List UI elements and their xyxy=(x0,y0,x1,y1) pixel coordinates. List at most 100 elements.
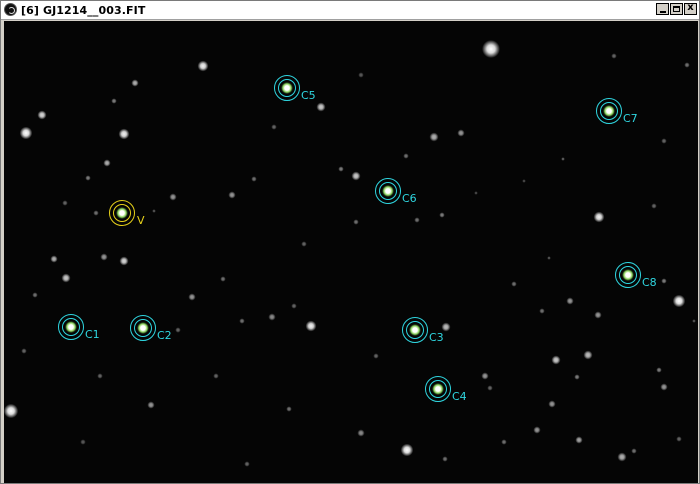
maximize-icon xyxy=(673,6,680,12)
background-star xyxy=(316,102,326,112)
aperture-label-c3: C3 xyxy=(429,331,444,344)
background-star xyxy=(119,256,129,266)
window-title: [6] GJ1214__003.FIT xyxy=(21,4,146,17)
background-star xyxy=(37,110,47,120)
background-star xyxy=(286,406,292,412)
aperture-star-core xyxy=(625,272,631,278)
aperture-label-c1: C1 xyxy=(85,328,100,341)
aperture-star-core xyxy=(119,210,125,216)
aperture-label-c8: C8 xyxy=(642,276,657,289)
background-star xyxy=(32,292,38,298)
background-star xyxy=(522,179,526,183)
background-star xyxy=(61,273,71,283)
background-star xyxy=(617,452,627,462)
background-star xyxy=(511,281,517,287)
window-titlebar[interactable]: [6] GJ1214__003.FIT x xyxy=(1,1,699,20)
background-star xyxy=(656,367,662,373)
aperture-label-c2: C2 xyxy=(157,329,172,342)
background-star xyxy=(251,176,257,182)
background-star xyxy=(268,313,276,321)
background-star xyxy=(351,171,361,181)
background-star xyxy=(353,219,359,225)
background-star xyxy=(197,60,209,72)
background-star xyxy=(481,372,489,380)
background-star xyxy=(188,293,196,301)
background-star xyxy=(103,159,111,167)
background-star xyxy=(482,40,500,58)
background-star xyxy=(93,210,99,216)
aperture-star-core xyxy=(284,85,290,91)
minimize-button[interactable] xyxy=(656,3,669,15)
aperture-label-c6: C6 xyxy=(402,192,417,205)
maximize-button[interactable] xyxy=(670,3,683,15)
background-star xyxy=(594,311,602,319)
background-star xyxy=(50,255,58,263)
background-star xyxy=(660,383,668,391)
background-star xyxy=(442,456,448,462)
background-star xyxy=(19,126,33,140)
background-star xyxy=(373,353,379,359)
aperture-star-core xyxy=(68,324,74,330)
background-star xyxy=(118,128,130,140)
background-star xyxy=(474,191,478,195)
aperture-star-core xyxy=(385,188,391,194)
background-star xyxy=(291,303,297,309)
background-star xyxy=(439,212,445,218)
aperture-star-core xyxy=(140,325,146,331)
background-star xyxy=(548,400,556,408)
background-star xyxy=(429,132,439,142)
background-star xyxy=(533,426,541,434)
background-star xyxy=(131,79,139,87)
background-star xyxy=(684,62,690,68)
background-star xyxy=(147,401,155,409)
background-star xyxy=(593,211,605,223)
background-star xyxy=(62,200,68,206)
background-star xyxy=(244,461,250,467)
background-star xyxy=(169,193,177,201)
background-star xyxy=(239,318,245,324)
close-icon: x xyxy=(687,2,694,13)
background-star xyxy=(228,191,236,199)
star-field[interactable]: V C1 C2 C3 C4 C5 C6 C7 C8 xyxy=(4,21,698,483)
background-star xyxy=(661,278,667,284)
background-star xyxy=(457,129,465,137)
background-star xyxy=(21,348,27,354)
background-star xyxy=(97,373,103,379)
background-star xyxy=(547,256,551,260)
background-star xyxy=(574,374,580,380)
aperture-star-core xyxy=(412,327,418,333)
background-star xyxy=(338,166,344,172)
close-button[interactable]: x xyxy=(684,2,697,15)
background-star xyxy=(501,439,507,445)
fits-image-window: [6] GJ1214__003.FIT x V C1 C2 C3 C4 C5 C… xyxy=(0,0,700,484)
background-star xyxy=(692,319,696,323)
background-star xyxy=(4,403,19,419)
background-star xyxy=(661,138,667,144)
app-logo-icon[interactable] xyxy=(4,3,17,16)
aperture-star-core xyxy=(606,108,612,114)
background-star xyxy=(672,294,686,308)
background-star xyxy=(651,203,657,209)
aperture-star-core xyxy=(435,386,441,392)
background-star xyxy=(301,241,307,247)
background-star xyxy=(487,385,493,391)
fits-image-canvas[interactable]: V C1 C2 C3 C4 C5 C6 C7 C8 xyxy=(4,21,698,483)
background-star xyxy=(575,436,583,444)
background-star xyxy=(631,448,637,454)
background-star xyxy=(583,350,593,360)
background-star xyxy=(611,53,617,59)
minimize-icon xyxy=(660,11,666,13)
aperture-label-c7: C7 xyxy=(623,112,638,125)
background-star xyxy=(414,217,420,223)
background-star xyxy=(85,175,91,181)
aperture-label-c5: C5 xyxy=(301,89,316,102)
background-star xyxy=(213,373,219,379)
background-star xyxy=(357,429,365,437)
background-star xyxy=(80,439,86,445)
sky-background xyxy=(4,21,698,483)
background-star xyxy=(271,124,277,130)
background-star xyxy=(152,209,156,213)
background-star xyxy=(358,72,364,78)
background-star xyxy=(539,308,545,314)
aperture-label-v: V xyxy=(137,214,145,227)
